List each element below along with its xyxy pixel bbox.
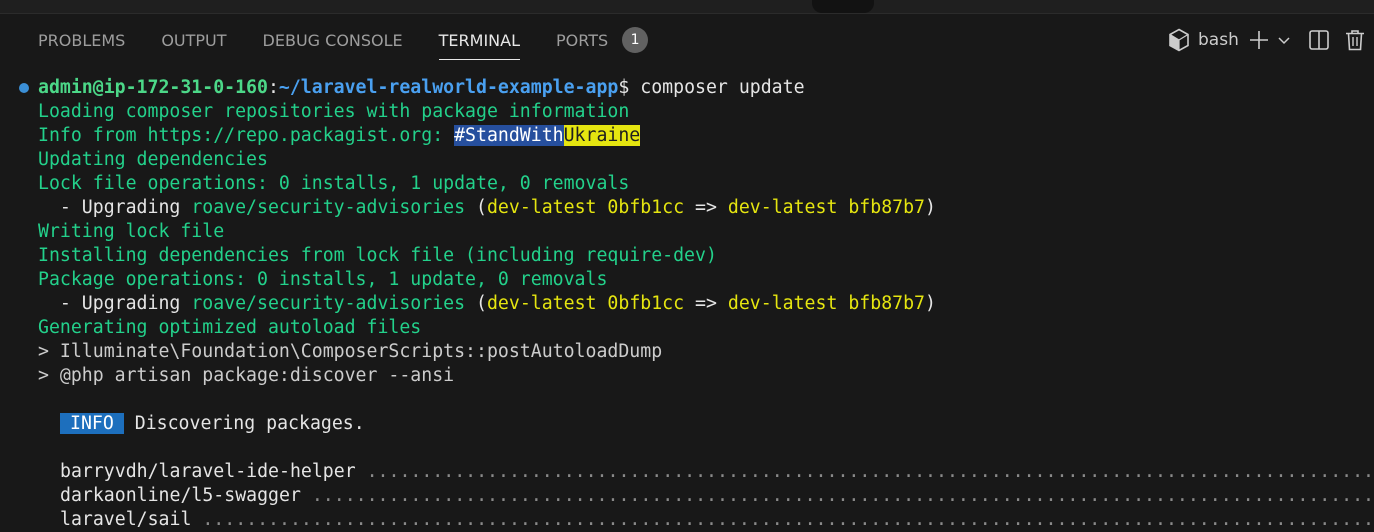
- top-notch: [812, 0, 874, 13]
- tab-terminal[interactable]: TERMINAL: [421, 14, 538, 66]
- split-terminal-icon: [1309, 30, 1329, 50]
- plus-icon: [1250, 31, 1268, 49]
- editor-top-strip: [0, 0, 1374, 14]
- package-name: roave/security-advisories: [191, 197, 466, 218]
- output-line: > @php artisan package:discover --ansi: [38, 365, 455, 386]
- output-line: Lock file operations: 0 installs, 1 upda…: [38, 173, 630, 194]
- terminal-output[interactable]: admin@ip-172-31-0-160:~/laravel-realworl…: [0, 76, 1374, 532]
- tab-ports[interactable]: PORTS 1: [538, 14, 666, 66]
- prompt-path: ~/laravel-realworld-example-app: [278, 77, 619, 98]
- panel-tabs: PROBLEMS OUTPUT DEBUG CONSOLE TERMINAL P…: [20, 14, 666, 66]
- command-status-dot: [19, 83, 29, 93]
- shell-label: bash: [1198, 30, 1239, 50]
- bash-shell-icon: [1169, 28, 1189, 52]
- panel-header: PROBLEMS OUTPUT DEBUG CONSOLE TERMINAL P…: [0, 14, 1374, 66]
- upgrade-line: - Upgrading roave/security-advisories (d…: [38, 293, 936, 314]
- info-badge: INFO: [60, 413, 124, 434]
- new-terminal-button[interactable]: [1248, 27, 1270, 53]
- package-line: darkaonline/l5-swagger .................…: [60, 485, 1374, 506]
- output-line: Info from https://repo.packagist.org: #S…: [38, 125, 641, 146]
- prompt-user: admin@ip-172-31-0-160: [38, 77, 268, 98]
- upgrade-line: - Upgrading roave/security-advisories (d…: [38, 197, 936, 218]
- chevron-down-icon: [1278, 37, 1290, 45]
- terminal-profile-dropdown[interactable]: [1277, 27, 1291, 53]
- selected-text: #StandWith: [454, 125, 564, 146]
- output-line: Updating dependencies: [38, 149, 268, 170]
- output-line: Writing lock file: [38, 221, 225, 242]
- output-line: > Illuminate\Foundation\ComposerScripts:…: [38, 341, 663, 362]
- tab-problems[interactable]: PROBLEMS: [20, 14, 143, 66]
- package-line: laravel/sail ...........................…: [60, 509, 1374, 530]
- info-line: INFO Discovering packages.: [60, 412, 365, 436]
- output-line: Generating optimized autoload files: [38, 317, 422, 338]
- tab-output[interactable]: OUTPUT: [143, 14, 244, 66]
- kill-terminal-button[interactable]: [1345, 27, 1365, 53]
- output-line: Loading composer repositories with packa…: [38, 101, 630, 122]
- tab-debug-console[interactable]: DEBUG CONSOLE: [245, 14, 421, 66]
- highlighted-text: Ukraine: [563, 125, 641, 146]
- package-line: barryvdh/laravel-ide-helper ............…: [60, 461, 1374, 482]
- output-line: Installing dependencies from lock file (…: [38, 245, 717, 266]
- command-text: composer update: [640, 77, 805, 98]
- trash-icon: [1346, 30, 1364, 51]
- package-name: roave/security-advisories: [191, 293, 466, 314]
- output-line: Package operations: 0 installs, 1 update…: [38, 269, 608, 290]
- prompt-line: admin@ip-172-31-0-160:~/laravel-realworl…: [38, 77, 805, 98]
- ports-count-badge: 1: [622, 26, 649, 53]
- split-terminal-button[interactable]: [1308, 27, 1330, 53]
- terminal-shell-selector[interactable]: bash: [1168, 27, 1239, 53]
